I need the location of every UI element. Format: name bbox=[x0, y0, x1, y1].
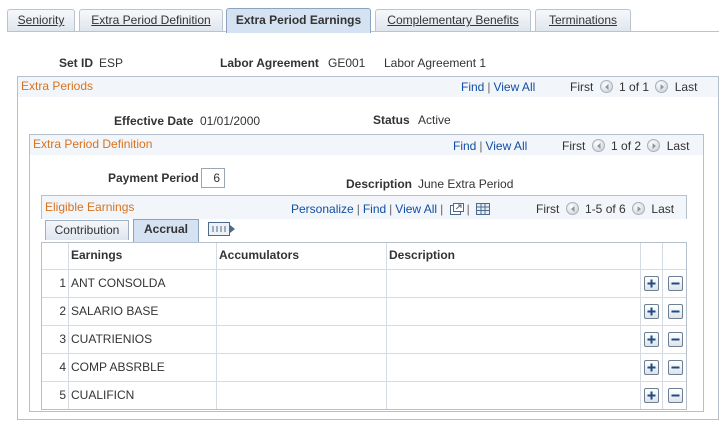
table-row: 5 CUALIFICN bbox=[42, 381, 686, 409]
payment-period-field[interactable]: 6 bbox=[201, 168, 225, 188]
setid-label: Set ID bbox=[59, 56, 94, 70]
new-window-icon[interactable] bbox=[449, 203, 464, 218]
extra-period-definition-paging: First 1 of 2 Last bbox=[562, 139, 689, 153]
labor-agreement-code: GE001 bbox=[328, 56, 366, 70]
extra-periods-header: Extra Periods Find | View All First 1 of 1… bbox=[18, 77, 718, 97]
earnings-cell: COMP ABSRBLE bbox=[68, 354, 216, 381]
earnings-cell: ANT CONSOLDA bbox=[68, 270, 216, 297]
tab-extra-period-earnings[interactable]: Extra Period Earnings bbox=[226, 8, 371, 33]
effective-date-label: Effective Date bbox=[114, 114, 194, 128]
setid-value: ESP bbox=[99, 56, 124, 70]
table-row: 3 CUATRIENIOS bbox=[42, 325, 686, 353]
page-tabs: Seniority Extra Period Definition Extra … bbox=[7, 8, 719, 33]
definition-first: First bbox=[562, 139, 586, 153]
extra-period-definition-nav: Find | View All bbox=[453, 139, 528, 153]
earnings-view-all-link[interactable]: View All bbox=[395, 202, 437, 216]
row-number: 4 bbox=[59, 360, 66, 374]
next-arrow-icon[interactable] bbox=[655, 80, 669, 93]
grid-tab-contribution[interactable]: Contribution bbox=[45, 220, 129, 240]
accumulators-cell bbox=[216, 298, 386, 325]
earnings-cell: CUATRIENIOS bbox=[68, 326, 216, 353]
extra-periods-view-all-link[interactable]: View All bbox=[493, 80, 535, 94]
personalize-link[interactable]: Personalize bbox=[291, 202, 354, 216]
definition-count: 1 of 2 bbox=[611, 139, 642, 153]
description-cell bbox=[386, 326, 640, 353]
earnings-find-link[interactable]: Find bbox=[363, 202, 386, 216]
download-spreadsheet-icon[interactable] bbox=[476, 203, 491, 218]
row-number: 1 bbox=[59, 276, 66, 290]
add-row-plus-icon[interactable] bbox=[644, 388, 659, 403]
description-label: Description bbox=[346, 177, 413, 191]
definition-last: Last bbox=[666, 139, 690, 153]
payment-period-label: Payment Period bbox=[108, 171, 199, 185]
tab-terminations[interactable]: Terminations bbox=[535, 9, 631, 31]
tab-extra-period-definition[interactable]: Extra Period Definition bbox=[79, 9, 223, 31]
add-row-plus-icon[interactable] bbox=[644, 332, 659, 347]
extra-periods-count: 1 of 1 bbox=[619, 80, 650, 94]
definition-find-link[interactable]: Find bbox=[453, 139, 476, 153]
earnings-cell: SALARIO BASE bbox=[68, 298, 216, 325]
tab-seniority[interactable]: Seniority bbox=[7, 9, 75, 31]
labor-agreement-label: Labor Agreement bbox=[220, 56, 319, 70]
add-row-plus-icon[interactable] bbox=[644, 304, 659, 319]
delete-row-minus-icon[interactable] bbox=[668, 332, 683, 347]
description-cell bbox=[386, 382, 640, 409]
eligible-earnings-header: Eligible Earnings Personalize | Find | View … bbox=[41, 195, 687, 219]
delete-row-minus-icon[interactable] bbox=[668, 304, 683, 319]
delete-row-minus-icon[interactable] bbox=[668, 388, 683, 403]
earnings-cell: CUALIFICN bbox=[68, 382, 216, 409]
add-row-plus-icon[interactable] bbox=[644, 276, 659, 291]
previous-arrow-icon[interactable] bbox=[565, 202, 579, 215]
extra-periods-find-link[interactable]: Find bbox=[461, 80, 484, 94]
extra-periods-paging: First 1 of 1 Last bbox=[570, 80, 697, 94]
eligible-earnings-title: Eligible Earnings bbox=[45, 200, 135, 214]
effective-date-value: 01/01/2000 bbox=[200, 114, 261, 128]
accumulators-cell bbox=[216, 270, 386, 297]
accumulators-cell bbox=[216, 354, 386, 381]
earnings-first: First bbox=[536, 202, 560, 216]
table-row: 2 SALARIO BASE bbox=[42, 297, 686, 325]
row-number: 5 bbox=[59, 388, 66, 402]
eligible-earnings-paging: First 1-5 of 6 Last bbox=[536, 202, 674, 216]
tab-complementary-benefits[interactable]: Complementary Benefits bbox=[375, 9, 531, 31]
eligible-earnings-grid: Earnings Accumulators Description 1 ANT … bbox=[41, 242, 687, 410]
extra-period-definition-header: Extra Period Definition Find | View All Fi… bbox=[30, 135, 703, 155]
column-header-earnings: Earnings bbox=[68, 243, 216, 269]
accumulators-cell bbox=[216, 382, 386, 409]
status-label: Status bbox=[373, 113, 410, 127]
accumulators-cell bbox=[216, 326, 386, 353]
delete-row-minus-icon[interactable] bbox=[668, 276, 683, 291]
eligible-earnings-nav: Personalize | Find | View All | | bbox=[291, 202, 491, 218]
description-cell bbox=[386, 298, 640, 325]
extra-periods-last: Last bbox=[674, 80, 698, 94]
definition-view-all-link[interactable]: View All bbox=[485, 139, 527, 153]
grid-tab-accrual[interactable]: Accrual bbox=[133, 219, 199, 242]
extra-periods-first: First bbox=[570, 80, 594, 94]
row-number: 3 bbox=[59, 332, 66, 346]
show-all-columns-icon[interactable] bbox=[208, 222, 236, 239]
labor-agreement-description: Labor Agreement 1 bbox=[384, 56, 487, 70]
row-number: 2 bbox=[59, 304, 66, 318]
column-header-description: Description bbox=[386, 243, 640, 269]
grid-header-row: Earnings Accumulators Description bbox=[42, 243, 686, 269]
description-cell bbox=[386, 354, 640, 381]
earnings-last: Last bbox=[651, 202, 675, 216]
next-arrow-icon[interactable] bbox=[632, 202, 646, 215]
next-arrow-icon[interactable] bbox=[647, 139, 661, 152]
delete-row-minus-icon[interactable] bbox=[668, 360, 683, 375]
description-cell bbox=[386, 270, 640, 297]
extra-period-definition-title: Extra Period Definition bbox=[33, 137, 153, 151]
status-value: Active bbox=[418, 113, 451, 127]
add-row-plus-icon[interactable] bbox=[644, 360, 659, 375]
earnings-count: 1-5 of 6 bbox=[585, 202, 626, 216]
extra-periods-nav: Find | View All bbox=[461, 80, 536, 94]
table-row: 4 COMP ABSRBLE bbox=[42, 353, 686, 381]
previous-arrow-icon[interactable] bbox=[591, 139, 605, 152]
table-row: 1 ANT CONSOLDA bbox=[42, 269, 686, 297]
extra-periods-title: Extra Periods bbox=[21, 79, 94, 93]
previous-arrow-icon[interactable] bbox=[599, 80, 613, 93]
description-value: June Extra Period bbox=[418, 177, 514, 191]
column-header-accumulators: Accumulators bbox=[216, 243, 386, 269]
